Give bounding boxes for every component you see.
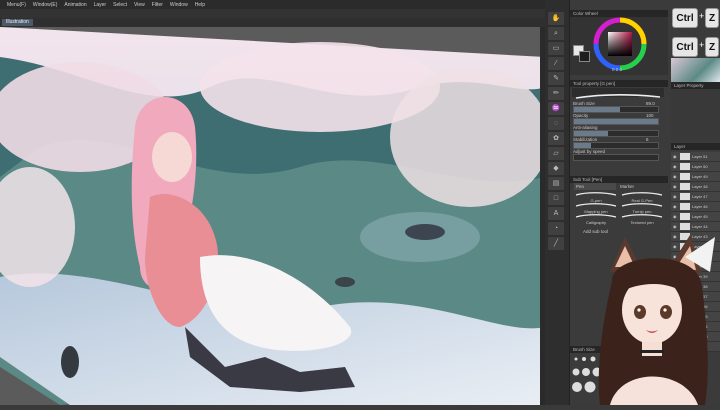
brush-stroke-preview — [572, 88, 664, 99]
layer-row[interactable]: ◉ Layer 45 — [671, 212, 720, 222]
fill-icon[interactable]: ◆ — [548, 162, 564, 175]
plus-sign-redo: + — [699, 40, 705, 50]
sub-color-swatch[interactable] — [579, 51, 590, 62]
eye-icon[interactable]: ◉ — [673, 162, 677, 171]
pen-icon[interactable]: ✎ — [548, 72, 564, 85]
layer-row[interactable]: ◉ Layer 44 — [671, 222, 720, 232]
layer-thumbnail — [680, 153, 690, 160]
figure-icon[interactable]: □ — [548, 192, 564, 205]
tool-property-value: 89.0 — [646, 101, 655, 106]
tool-property-value — [646, 124, 664, 131]
decoration-icon[interactable]: ✿ — [548, 132, 564, 145]
menu-item-1[interactable]: Window(E) — [33, 2, 57, 8]
z-key-redo: Z — [705, 37, 719, 57]
layer-thumbnail — [680, 213, 690, 220]
brush-stroke-icon — [621, 214, 663, 218]
eye-icon[interactable]: ◉ — [673, 212, 677, 221]
vtuber-avatar — [590, 232, 720, 405]
tool-property-value — [646, 148, 664, 155]
text-icon[interactable]: A — [548, 207, 564, 220]
layer-thumbnail — [680, 203, 690, 210]
eye-icon[interactable]: ◉ — [673, 192, 677, 201]
brush-stroke-icon — [575, 192, 617, 196]
zoom-icon[interactable]: ⌕ — [548, 27, 564, 40]
sub-tool-label: Calligraphy — [585, 220, 606, 225]
sub-tool-tab-marker[interactable]: Marker — [620, 183, 660, 190]
layer-thumbnail — [680, 163, 690, 170]
layer-panel-title: Layer — [671, 143, 720, 150]
menu-item-6[interactable]: Filter — [152, 2, 163, 8]
hand-icon[interactable]: ✋ — [548, 12, 564, 25]
layer-name: Layer 46 — [692, 204, 708, 209]
layer-name: Layer 51 — [692, 154, 708, 159]
layer-row[interactable]: ◉ Layer 47 — [671, 192, 720, 202]
tool-property-value: 6 — [646, 137, 649, 142]
color-panel-title: Color Wheel — [570, 10, 668, 17]
layer-thumbnail — [680, 173, 690, 180]
layer-property-title: Layer Property — [671, 82, 720, 89]
layer-row[interactable]: ◉ Layer 51 — [671, 152, 720, 162]
menu-item-8[interactable]: Help — [195, 2, 205, 8]
document-tab[interactable]: Illustration — [2, 19, 33, 26]
document-tabbar: Illustration — [0, 18, 545, 27]
layer-thumbnail — [680, 183, 690, 190]
gradient-icon[interactable]: ▤ — [548, 177, 564, 190]
navigator-thumbnail[interactable] — [671, 58, 720, 82]
brush-stroke-icon — [621, 203, 663, 207]
layer-row[interactable]: ◉ Layer 49 — [671, 172, 720, 182]
eraser-icon[interactable]: ▱ — [548, 147, 564, 160]
eyedropper-icon[interactable]: ⁄ — [548, 57, 564, 70]
menu-item-0[interactable]: Menu(F) — [7, 2, 26, 8]
menu-item-5[interactable]: View — [134, 2, 145, 8]
brush-stroke-icon — [575, 203, 617, 207]
layer-row[interactable]: ◉ Layer 46 — [671, 202, 720, 212]
eye-icon[interactable]: ◉ — [673, 202, 677, 211]
menu-item-7[interactable]: Window — [170, 2, 188, 8]
pencil-icon[interactable]: ✏ — [548, 87, 564, 100]
ctrl-key-undo: Ctrl — [672, 8, 698, 28]
eye-icon[interactable]: ◉ — [673, 182, 677, 191]
layer-name: Layer 45 — [692, 214, 708, 219]
menu-bar: Menu(F) Window(E) Animation Layer Select View… — [0, 0, 545, 9]
airbrush-icon[interactable]: ◌ — [548, 117, 564, 130]
sub-tool-tab-pen[interactable]: Pen — [574, 183, 616, 190]
tool-property-slider[interactable] — [573, 154, 659, 161]
tool-property-title: Tool property [G pen] — [570, 80, 668, 87]
sub-tool-item[interactable]: Textured pen — [620, 214, 664, 226]
tool-property-value: 100 — [646, 113, 654, 118]
layer-name: Layer 49 — [692, 174, 708, 179]
layer-thumbnail — [680, 223, 690, 230]
brush-stroke-icon — [621, 192, 663, 196]
eye-icon[interactable]: ◉ — [673, 172, 677, 181]
color-readout: 0 0 0 — [612, 67, 623, 72]
select-icon[interactable]: ▭ — [548, 42, 564, 55]
sub-tool-label: Textured pen — [630, 220, 654, 225]
layer-property-panel — [671, 89, 720, 141]
menu-item-4[interactable]: Select — [113, 2, 127, 8]
layer-row[interactable]: ◉ Layer 48 — [671, 182, 720, 192]
ctrl-key-redo: Ctrl — [672, 37, 698, 57]
layer-thumbnail — [680, 193, 690, 200]
eye-icon[interactable]: ◉ — [673, 152, 677, 161]
artwork-canvas[interactable] — [0, 27, 545, 405]
layer-name: Layer 47 — [692, 194, 708, 199]
balloon-icon[interactable]: ◔ — [548, 222, 564, 235]
plus-sign-undo: + — [699, 11, 705, 21]
layer-name: Layer 50 — [692, 164, 708, 169]
sub-tool-title: Sub Tool [Pen] — [570, 176, 668, 183]
menu-item-3[interactable]: Layer — [94, 2, 107, 8]
eye-icon[interactable]: ◉ — [673, 222, 677, 231]
layer-name: Layer 44 — [692, 224, 708, 229]
layer-row[interactable]: ◉ Layer 50 — [671, 162, 720, 172]
menu-item-2[interactable]: Animation — [64, 2, 86, 8]
artwork-illustration — [0, 27, 545, 405]
layer-name: Layer 48 — [692, 184, 708, 189]
brush-icon[interactable]: ♒ — [548, 102, 564, 115]
brush-stroke-icon — [575, 214, 617, 218]
z-key-undo: Z — [705, 8, 719, 28]
sub-tool-item[interactable]: Calligraphy — [574, 214, 618, 226]
line-icon[interactable]: ╱ — [548, 237, 564, 250]
